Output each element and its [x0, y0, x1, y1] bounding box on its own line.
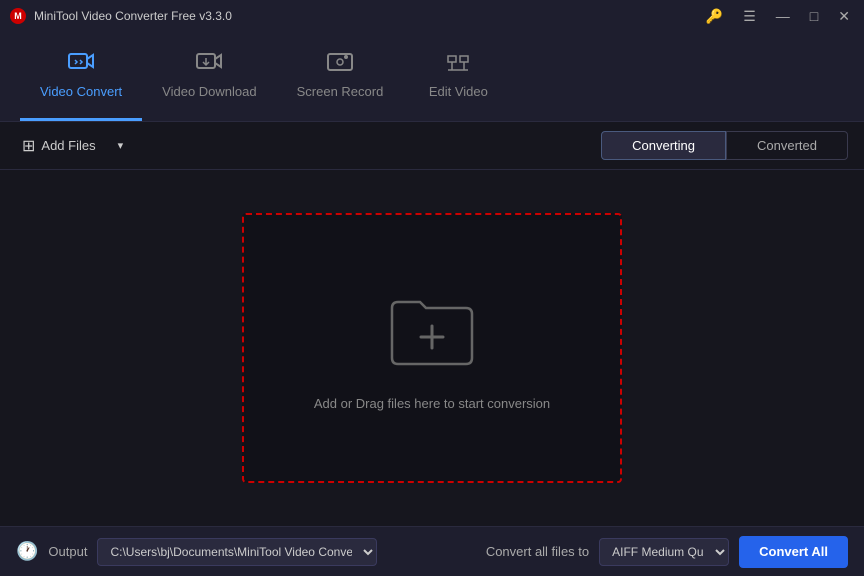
- nav-item-video-download[interactable]: Video Download: [142, 32, 276, 121]
- convert-all-button[interactable]: Convert All: [739, 536, 848, 568]
- history-icon[interactable]: 🕐: [16, 541, 38, 562]
- edit-video-icon: [444, 52, 472, 78]
- maximize-button[interactable]: □: [806, 6, 822, 26]
- menu-button[interactable]: ☰: [739, 6, 760, 27]
- nav-label-video-download: Video Download: [162, 84, 256, 99]
- screen-record-icon: [326, 52, 354, 78]
- output-path-select[interactable]: C:\Users\bj\Documents\MiniTool Video Con…: [97, 538, 377, 566]
- nav-label-edit-video: Edit Video: [429, 84, 488, 99]
- add-files-icon: ⊞: [22, 136, 35, 156]
- nav-item-edit-video[interactable]: Edit Video: [403, 32, 513, 121]
- tab-converted[interactable]: Converted: [726, 131, 848, 160]
- add-files-label: Add Files: [41, 138, 95, 153]
- nav-item-screen-record[interactable]: Screen Record: [277, 32, 404, 121]
- nav-label-video-convert: Video Convert: [40, 84, 122, 99]
- nav-item-video-convert[interactable]: Video Convert: [20, 32, 142, 121]
- output-label: Output: [48, 544, 87, 559]
- output-path-container: C:\Users\bj\Documents\MiniTool Video Con…: [97, 538, 377, 566]
- app-title: MiniTool Video Converter Free v3.3.0: [34, 9, 232, 23]
- drop-zone-text: Add or Drag files here to start conversi…: [314, 396, 550, 411]
- tabs-container: Converting Converted: [601, 131, 848, 160]
- close-button[interactable]: ✕: [834, 6, 854, 27]
- nav-label-screen-record: Screen Record: [297, 84, 384, 99]
- folder-icon: [382, 286, 482, 371]
- title-bar: M MiniTool Video Converter Free v3.3.0 🔑…: [0, 0, 864, 32]
- toolbar: ⊞ Add Files ▾ Converting Converted: [0, 122, 864, 170]
- convert-all-label: Convert all files to: [486, 544, 589, 559]
- settings-icon: 🔑: [706, 8, 723, 25]
- title-bar-controls: 🔑 ☰ — □ ✕: [702, 6, 854, 27]
- minimize-icon: —: [776, 8, 790, 24]
- app-logo: M: [10, 8, 26, 24]
- add-files-dropdown[interactable]: ▾: [114, 135, 128, 156]
- minimize-button[interactable]: —: [772, 6, 794, 26]
- folder-icon-wrap: [382, 286, 482, 376]
- maximize-icon: □: [810, 8, 818, 24]
- video-download-icon: [195, 52, 223, 78]
- nav-bar: Video Convert Video Download Screen Reco…: [0, 32, 864, 122]
- format-select[interactable]: AIFF Medium Qu: [599, 538, 729, 566]
- tab-converting[interactable]: Converting: [601, 131, 726, 160]
- drop-zone[interactable]: Add or Drag files here to start conversi…: [242, 213, 622, 483]
- video-convert-icon: [67, 52, 95, 78]
- settings-button[interactable]: 🔑: [702, 6, 727, 27]
- close-icon: ✕: [838, 8, 850, 25]
- main-content: Add or Drag files here to start conversi…: [0, 170, 864, 526]
- menu-icon: ☰: [743, 8, 756, 25]
- add-files-button[interactable]: ⊞ Add Files: [16, 132, 102, 160]
- footer: 🕐 Output C:\Users\bj\Documents\MiniTool …: [0, 526, 864, 576]
- title-bar-left: M MiniTool Video Converter Free v3.3.0: [10, 8, 232, 24]
